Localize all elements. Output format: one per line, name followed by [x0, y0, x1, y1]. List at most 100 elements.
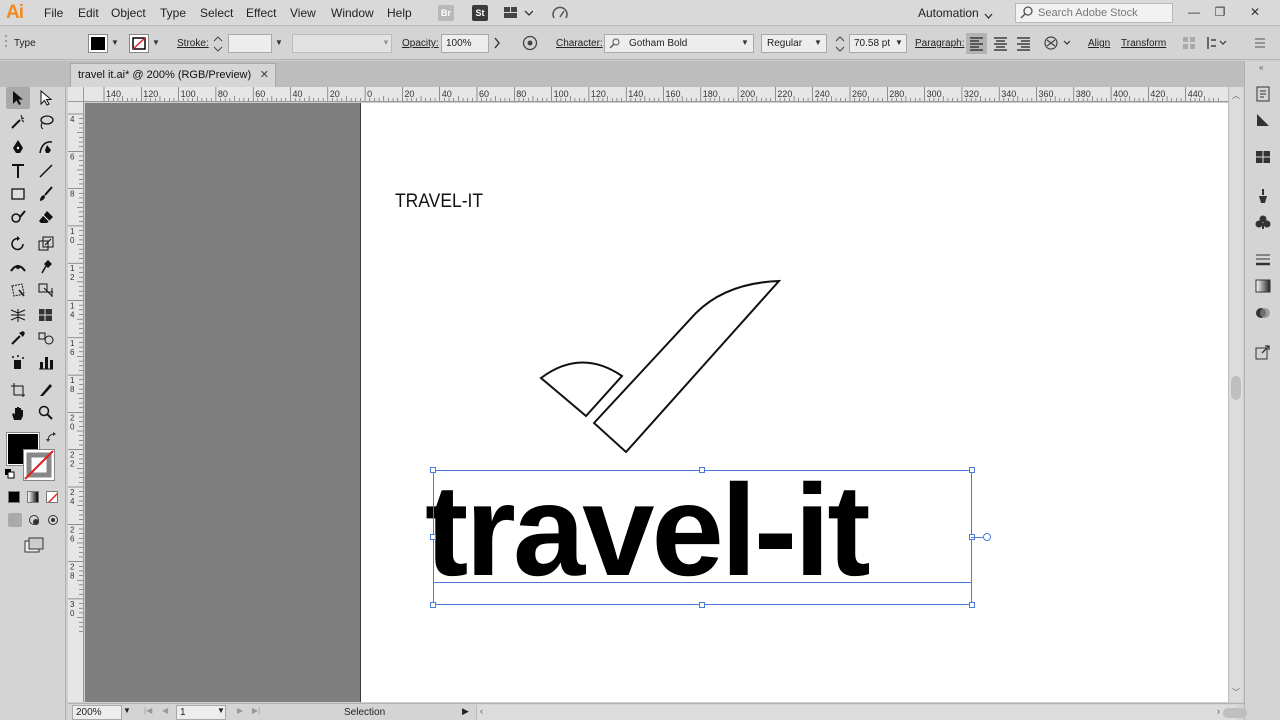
- free-transform-tool[interactable]: [6, 279, 30, 301]
- resize-handle-bottom-right[interactable]: [969, 602, 975, 608]
- stroke-weight-field[interactable]: [228, 34, 272, 53]
- checkmark-short-stroke[interactable]: [539, 361, 624, 418]
- text-type-widget[interactable]: [983, 533, 991, 541]
- blend-tool[interactable]: [34, 327, 58, 349]
- scroll-up-icon[interactable]: ︿: [1232, 90, 1240, 101]
- shaper-tool[interactable]: [6, 206, 30, 228]
- zoom-tool[interactable]: [34, 402, 58, 424]
- logo-small-text[interactable]: TRAVEL-IT: [395, 191, 483, 213]
- curvature-tool[interactable]: [34, 136, 58, 158]
- ruler-origin[interactable]: [68, 87, 84, 102]
- artboard-dropdown-icon[interactable]: ▼: [217, 706, 225, 715]
- variable-width-profile[interactable]: [292, 34, 392, 53]
- checkmark-long-stroke[interactable]: [592, 279, 781, 454]
- mesh-tool[interactable]: [34, 304, 58, 326]
- zoom-level-field[interactable]: 200%: [72, 705, 122, 720]
- zoom-dropdown-icon[interactable]: ▼: [123, 706, 131, 715]
- current-tool-status[interactable]: Selection: [344, 707, 385, 718]
- text-warp-icon[interactable]: [1043, 35, 1073, 54]
- selection-tool[interactable]: [6, 87, 30, 109]
- transform-panel-link[interactable]: Transform: [1121, 38, 1166, 49]
- next-artboard-icon[interactable]: ▶: [237, 706, 243, 715]
- brushes-icon[interactable]: [1254, 187, 1272, 205]
- eyedropper-tool[interactable]: [6, 327, 30, 349]
- paintbrush-tool[interactable]: [34, 183, 58, 205]
- export-icon[interactable]: [1254, 343, 1272, 361]
- opacity-label[interactable]: Opacity:: [402, 38, 439, 49]
- color-mode-button[interactable]: [8, 491, 20, 503]
- gpu-performance-icon[interactable]: [551, 5, 569, 24]
- last-artboard-icon[interactable]: ▶|: [252, 706, 260, 715]
- recolor-artwork-icon[interactable]: [522, 35, 538, 54]
- isolate-icon[interactable]: [1182, 36, 1196, 53]
- character-label[interactable]: Character:: [556, 38, 603, 49]
- font-size-stepper[interactable]: [835, 35, 845, 56]
- menu-help[interactable]: Help: [387, 6, 412, 20]
- panel-menu-icon[interactable]: [1254, 37, 1266, 52]
- draw-behind-button[interactable]: [27, 513, 41, 527]
- horizontal-ruler[interactable]: 140 120 100 80 60 40 20 0 20 40 60 80 100 120 140 160 18…: [84, 87, 1228, 102]
- vertical-ruler[interactable]: 4681012141618202224262830: [68, 102, 84, 702]
- chevron-right-icon[interactable]: [493, 36, 501, 53]
- resize-handle-top[interactable]: [699, 467, 705, 473]
- horizontal-scroll-thumb[interactable]: [1223, 708, 1247, 718]
- rectangle-tool[interactable]: [6, 183, 30, 205]
- stroke-color-swatch[interactable]: [23, 449, 55, 481]
- menu-view[interactable]: View: [290, 6, 316, 20]
- arrange-documents-icon[interactable]: [503, 6, 534, 23]
- menu-edit[interactable]: Edit: [78, 6, 99, 20]
- document-tab[interactable]: travel it.ai* @ 200% (RGB/Preview) ✕: [70, 63, 276, 87]
- eraser-tool[interactable]: [34, 206, 58, 228]
- hand-tool[interactable]: [6, 402, 30, 424]
- font-family-dropdown-icon[interactable]: ▼: [741, 38, 749, 47]
- resize-handle-bottom[interactable]: [699, 602, 705, 608]
- draw-inside-button[interactable]: [46, 513, 60, 527]
- column-graph-tool[interactable]: [34, 351, 58, 373]
- slice-tool[interactable]: [34, 379, 58, 401]
- screen-mode-button[interactable]: [24, 537, 44, 556]
- default-colors-icon[interactable]: [5, 469, 15, 482]
- artboard[interactable]: TRAVEL-IT travel-it: [360, 103, 1228, 702]
- resize-handle-bottom-left[interactable]: [430, 602, 436, 608]
- align-right-button[interactable]: [1013, 33, 1034, 57]
- properties-icon[interactable]: [1254, 85, 1272, 103]
- font-size-dropdown-icon[interactable]: ▼: [895, 38, 903, 47]
- vertical-scrollbar[interactable]: ︿ ﹀: [1228, 87, 1243, 702]
- horizontal-scrollbar[interactable]: ‹ ›: [476, 705, 1247, 720]
- font-family-field[interactable]: Gotham Bold: [604, 34, 754, 53]
- resize-handle-top-right[interactable]: [969, 467, 975, 473]
- gradient-panel-icon[interactable]: [1254, 277, 1272, 295]
- text-selection-bounding-box[interactable]: [430, 467, 991, 608]
- stroke-label[interactable]: Stroke:: [177, 38, 209, 49]
- align-panel-link[interactable]: Align: [1088, 38, 1110, 49]
- stroke-weight-dropdown-icon[interactable]: ▼: [275, 38, 283, 47]
- profile-dropdown-icon[interactable]: ▼: [382, 38, 390, 47]
- fill-dropdown-icon[interactable]: ▼: [111, 38, 119, 47]
- close-button[interactable]: ✕: [1244, 3, 1266, 21]
- menu-object[interactable]: Object: [111, 6, 146, 20]
- puppet-warp-tool[interactable]: [34, 256, 58, 278]
- perspective-grid-tool[interactable]: [6, 304, 30, 326]
- libraries-icon[interactable]: [1254, 111, 1272, 129]
- previous-artboard-icon[interactable]: ◀: [162, 706, 168, 715]
- fill-swatch[interactable]: [88, 34, 108, 53]
- scroll-down-icon[interactable]: ﹀: [1232, 687, 1240, 698]
- checkmark-logo-outline[interactable]: [531, 273, 781, 458]
- symbol-sprayer-tool[interactable]: [6, 351, 30, 373]
- resize-handle-top-left[interactable]: [430, 467, 436, 473]
- opacity-field[interactable]: 100%: [441, 34, 489, 53]
- minimize-button[interactable]: —: [1183, 3, 1205, 21]
- swap-fill-stroke-icon[interactable]: [46, 432, 58, 447]
- stroke-swatch[interactable]: [129, 34, 149, 53]
- first-artboard-icon[interactable]: |◀: [144, 706, 152, 715]
- search-input[interactable]: Search Adobe Stock: [1015, 3, 1173, 23]
- rotate-tool[interactable]: [6, 233, 30, 255]
- menu-effect[interactable]: Effect: [246, 6, 276, 20]
- direct-selection-tool[interactable]: [34, 87, 58, 109]
- vertical-scroll-thumb[interactable]: [1231, 376, 1241, 400]
- type-tool[interactable]: [6, 160, 30, 182]
- artboard-tool[interactable]: [6, 379, 30, 401]
- font-style-dropdown-icon[interactable]: ▼: [814, 38, 822, 47]
- align-center-button[interactable]: [990, 33, 1011, 57]
- paragraph-label[interactable]: Paragraph:: [915, 38, 964, 49]
